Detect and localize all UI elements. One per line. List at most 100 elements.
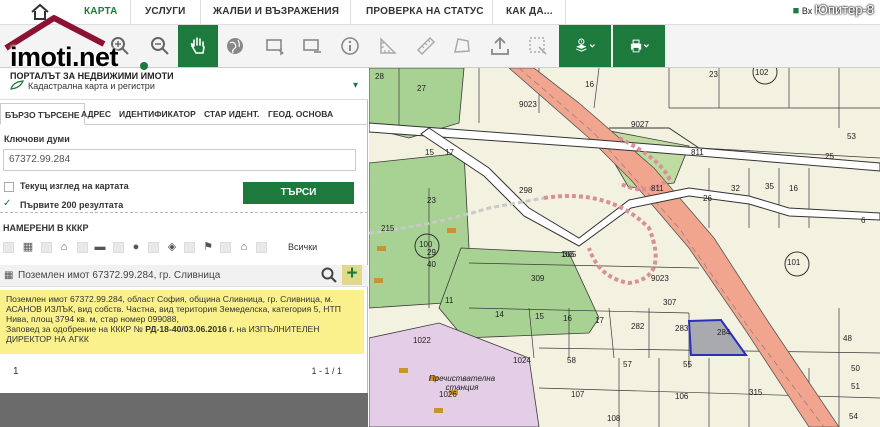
map-label: 315	[749, 388, 763, 397]
map-label: 57	[623, 360, 632, 369]
select-area-button[interactable]	[255, 25, 295, 67]
map-label: 50	[851, 364, 860, 373]
result-description: Поземлен имот 67372.99.284, област София…	[0, 290, 364, 354]
logo-text: imoti.net	[10, 42, 119, 72]
ruler-icon	[416, 36, 436, 56]
search-tabs: БЪРЗО ТЪРСЕНЕ АДРЕС ИДЕНТИФИКАТОР СТАР И…	[0, 103, 368, 125]
map-label: 811	[651, 184, 664, 193]
building-icon: ▬	[94, 241, 106, 253]
clear-selection-button[interactable]	[518, 25, 558, 67]
map-label: 11	[445, 296, 454, 305]
filter-checkbox[interactable]	[3, 242, 14, 253]
grid-icon: ▦	[4, 270, 14, 281]
map-label: 309	[531, 274, 545, 283]
draw-polygon-button[interactable]	[442, 25, 482, 67]
globe-button[interactable]	[215, 25, 255, 67]
search-panel: ПОРТАЛЪТ ЗА НЕДВИЖИМИ ИМОТИ Кадастрална …	[0, 68, 368, 427]
cadastral-map[interactable]: 28 27 16 23 102 53 9023 9027 17 15 811 2…	[369, 68, 880, 427]
map-label: 16	[563, 314, 572, 323]
filter-checkbox[interactable]	[184, 242, 195, 253]
search-icon[interactable]	[321, 267, 337, 283]
map-label: 107	[571, 390, 585, 399]
upload-icon	[491, 36, 509, 55]
layers-icon	[575, 38, 595, 52]
map-label: 25	[825, 152, 834, 161]
measure-area-button[interactable]	[368, 25, 408, 67]
map-label: 17	[595, 316, 604, 325]
map-label: 298	[519, 186, 533, 195]
globe-icon	[227, 38, 243, 54]
house-icon: ⌂	[60, 241, 68, 253]
info-button[interactable]	[330, 25, 370, 67]
map-label: 23	[709, 70, 718, 79]
keywords-label: Ключови думи	[4, 134, 70, 144]
nav-divider	[565, 0, 566, 25]
login-link[interactable]: Вх	[802, 6, 812, 16]
tab-old-identifier[interactable]: СТАР ИДЕНТ.	[200, 103, 263, 125]
layers-button[interactable]	[559, 25, 611, 67]
map-label: 215	[381, 224, 395, 233]
map-label: 284	[717, 328, 731, 337]
nav-divider	[492, 0, 493, 25]
map-label: 811	[691, 148, 704, 157]
nav-divider	[200, 0, 201, 25]
rectangle-select-icon	[266, 39, 284, 56]
keywords-input[interactable]: 67372.99.284	[3, 149, 356, 171]
map-label: 106	[675, 392, 689, 401]
filter-checkbox[interactable]	[220, 242, 231, 253]
rectangle-minus-icon	[303, 39, 321, 53]
nav-item-status-check[interactable]: ПРОВЕРКА НА СТАТУС	[366, 0, 484, 25]
print-button[interactable]	[613, 25, 665, 67]
map-label: 9023	[519, 100, 537, 109]
filter-checkbox[interactable]	[77, 242, 88, 253]
search-button[interactable]: ТЪРСИ	[243, 182, 354, 204]
tab-quick-search[interactable]: БЪРЗО ТЪРСЕНЕ	[0, 103, 85, 125]
pan-button[interactable]	[178, 25, 218, 67]
nav-item-how-to[interactable]: КАК ДА...	[506, 0, 553, 25]
polygon-icon	[454, 38, 470, 53]
tab-geodetic-base[interactable]: ГЕОД. ОСНОВА	[264, 103, 337, 125]
divider	[0, 212, 368, 213]
order-prefix: Заповед за одобрение на КККР №	[6, 324, 143, 334]
map-label: 9027	[631, 120, 649, 129]
order-number: РД-18-40/03.06.2016 г.	[145, 324, 235, 334]
filter-checkbox[interactable]	[113, 242, 124, 253]
filter-checkbox[interactable]	[41, 242, 52, 253]
result-range: 1 - 1 / 1	[311, 366, 342, 376]
watermark-text: Юпитер-8	[814, 2, 874, 17]
map-label: 1024	[513, 356, 531, 365]
result-item[interactable]: ▦ Поземлен имот 67372.99.284, гр. Сливни…	[0, 264, 368, 287]
current-view-checkbox[interactable]	[4, 182, 14, 192]
portal-subtitle: Кадастрална карта и регистри	[28, 81, 155, 91]
map-label: 55	[683, 360, 692, 369]
chevron-down-icon[interactable]: ▾	[353, 80, 358, 91]
filter-checkbox[interactable]	[148, 242, 159, 253]
map-label: 101	[787, 258, 801, 267]
upload-button[interactable]	[480, 25, 520, 67]
login-area[interactable]: ■ Вх Юпитер-8	[793, 2, 874, 17]
map-label: 23	[427, 196, 436, 205]
map-label: 16	[585, 80, 594, 89]
filter-checkbox[interactable]	[256, 242, 267, 253]
leaf-icon	[10, 80, 24, 90]
map-label: 51	[851, 382, 860, 391]
hand-icon	[190, 37, 205, 54]
map-label: 108	[607, 414, 621, 423]
map-label: 27	[417, 84, 426, 93]
map-label: 29	[427, 248, 436, 257]
map-label: 307	[663, 298, 677, 307]
tab-identifier[interactable]: ИДЕНТИФИКАТОР	[115, 103, 200, 125]
measure-distance-button[interactable]	[406, 25, 446, 67]
dashed-select-icon	[529, 37, 547, 55]
map-label: 53	[847, 132, 856, 141]
map-label: 283	[675, 324, 689, 333]
nav-item-complaints[interactable]: ЖАЛБИ И ВЪЗРАЖЕНИЯ	[213, 0, 339, 25]
tab-address[interactable]: АДРЕС	[77, 103, 115, 125]
add-icon[interactable]: +	[342, 264, 362, 285]
ruler-square-icon	[380, 37, 397, 54]
checkmark-icon[interactable]: ✓	[3, 198, 11, 209]
page-number[interactable]: 1	[13, 366, 19, 377]
imoti-logo: imoti.net	[4, 14, 164, 72]
deselect-area-button[interactable]	[292, 25, 332, 67]
polygon-small-icon: ⌂	[240, 241, 248, 253]
